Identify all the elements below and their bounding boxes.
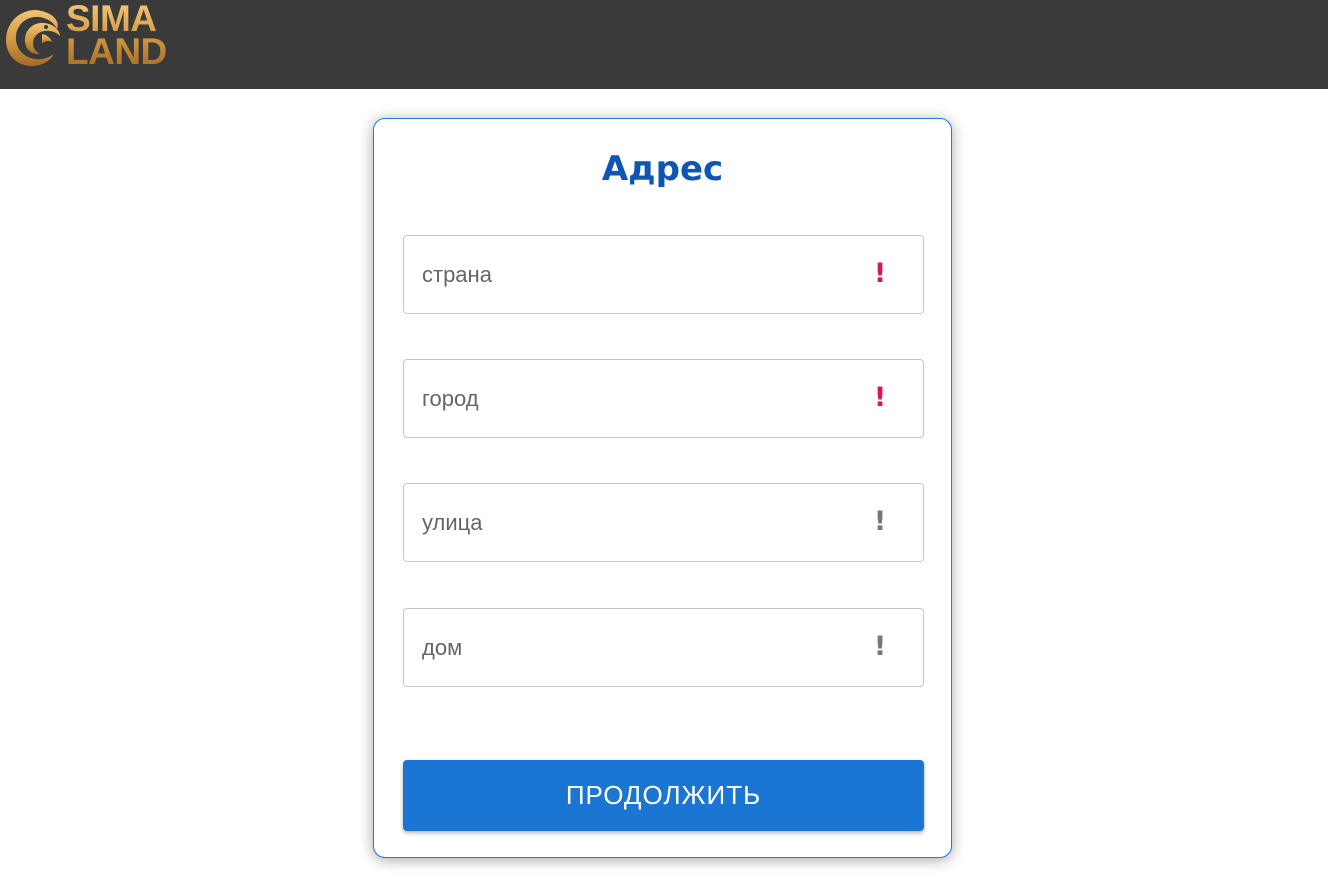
required-indicator-icon: ! <box>873 382 887 413</box>
dolphin-logo-icon <box>6 10 60 66</box>
optional-indicator-icon: ! <box>873 631 887 662</box>
house-field: ! <box>403 608 924 687</box>
city-field: ! <box>403 359 924 438</box>
house-input[interactable] <box>404 609 852 686</box>
sima-land-logo[interactable]: SIMA LAND <box>2 2 172 72</box>
top-header-bar: SIMA LAND <box>0 0 1328 89</box>
logo-wordmark: SIMA LAND <box>66 2 167 68</box>
country-input[interactable] <box>404 236 852 313</box>
continue-button[interactable]: ПРОДОЛЖИТЬ <box>403 760 924 831</box>
city-input[interactable] <box>404 360 852 437</box>
address-form-card: Адрес ! ! ! ! ПРОДОЛЖИТЬ <box>373 118 952 858</box>
logo-line-2: LAND <box>66 31 167 72</box>
form-title: Адрес <box>601 149 724 189</box>
country-field: ! <box>403 235 924 314</box>
required-indicator-icon: ! <box>873 258 887 289</box>
street-field: ! <box>403 483 924 562</box>
optional-indicator-icon: ! <box>873 506 887 537</box>
street-input[interactable] <box>404 484 852 561</box>
